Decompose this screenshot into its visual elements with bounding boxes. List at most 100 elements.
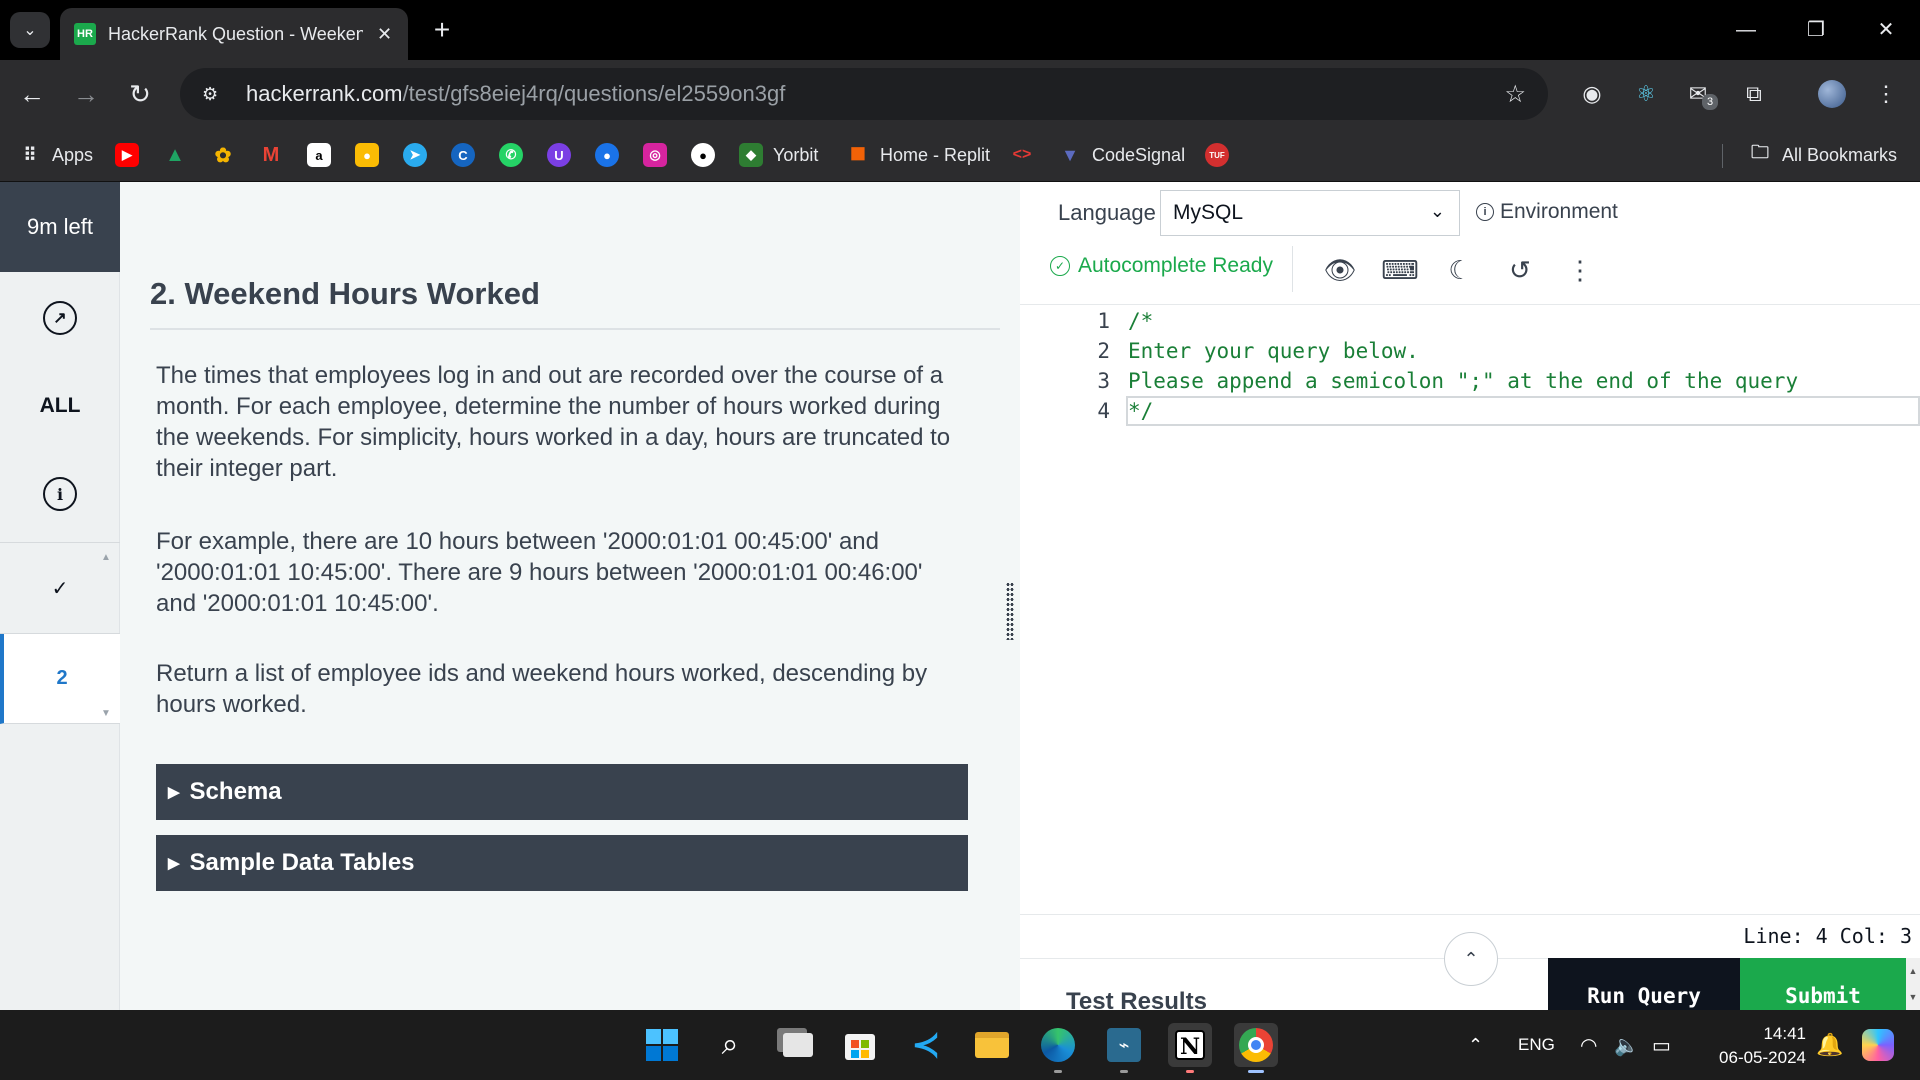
eye-icon[interactable]: 👁: [1320, 250, 1360, 290]
tray-overflow-icon[interactable]: ⌃: [1468, 1010, 1483, 1080]
bookmark-c[interactable]: C: [451, 140, 475, 170]
store-icon[interactable]: [838, 1023, 882, 1067]
run-query-button[interactable]: Run Query: [1548, 958, 1740, 1010]
profile-avatar[interactable]: [1816, 78, 1848, 110]
rail-compass-button[interactable]: ↗: [0, 274, 120, 362]
replit-icon: ⯀: [850, 144, 866, 165]
bookmark-youtube[interactable]: ▶: [115, 140, 139, 170]
rail-divider: [0, 542, 120, 543]
search-icon[interactable]: ⌕: [708, 1023, 752, 1067]
edge-icon[interactable]: [1036, 1023, 1080, 1073]
forward-button[interactable]: →: [68, 78, 104, 114]
tab-close-icon[interactable]: ✕: [377, 24, 392, 45]
panel-splitter[interactable]: [1000, 182, 1020, 1010]
code-text: Please append a semicolon ";" at the end…: [1128, 369, 1799, 393]
drag-handle-icon[interactable]: [1006, 582, 1014, 640]
copilot-pre-icon[interactable]: [1862, 1010, 1894, 1080]
bookmark-github[interactable]: ●: [691, 140, 715, 170]
bookmark-chat[interactable]: ●: [595, 140, 619, 170]
active-tab[interactable]: HR HackerRank Question - Weekend Hours W…: [60, 8, 408, 60]
bookmark-apps[interactable]: ⠿ Apps: [18, 140, 93, 170]
history-icon[interactable]: ↺: [1500, 250, 1540, 290]
minimize-button[interactable]: —: [1726, 12, 1766, 48]
windows-logo-icon: [646, 1029, 678, 1061]
bookmarks-divider: [1722, 144, 1723, 168]
task-view-icon[interactable]: [776, 1023, 820, 1067]
code-line: 1 /*: [1020, 306, 1920, 336]
rail-all-button[interactable]: ALL: [0, 362, 120, 450]
close-window-button[interactable]: ✕: [1866, 12, 1906, 48]
bookmark-u[interactable]: U: [547, 140, 571, 170]
bookmark-gmail[interactable]: M: [259, 140, 283, 170]
bookmark-instagram[interactable]: ◎: [643, 140, 667, 170]
line-number: 4: [1097, 399, 1110, 423]
bookmark-tuf[interactable]: TUF: [1205, 140, 1229, 170]
codesignal-icon: ▼: [1061, 144, 1079, 165]
rail-info-button[interactable]: i: [0, 450, 120, 538]
bookmark-whatsapp[interactable]: ✆: [499, 140, 523, 170]
volume-icon[interactable]: 🔈: [1614, 1010, 1639, 1080]
scrollbar[interactable]: ▲ ▼: [1906, 958, 1920, 1010]
status-rule: [1020, 914, 1920, 915]
chat-icon: ●: [595, 143, 619, 167]
code-line: 4 */: [1020, 396, 1920, 426]
expand-results-button[interactable]: ⌃: [1444, 932, 1498, 986]
site-info-icon[interactable]: ⚙: [202, 84, 226, 105]
schema-accordion[interactable]: ▶ Schema: [156, 764, 968, 820]
language-select[interactable]: MySQL ⌄: [1160, 190, 1460, 236]
code-line: 3 Please append a semicolon ";" at the e…: [1020, 366, 1920, 396]
yorbit-icon: ◆: [739, 143, 763, 167]
rail-scroll-up-icon[interactable]: ▲: [101, 552, 111, 563]
extension-copilot-icon[interactable]: ◉: [1576, 78, 1608, 110]
file-explorer-icon[interactable]: [970, 1023, 1014, 1067]
reload-button[interactable]: ↻: [122, 78, 158, 114]
battery-icon[interactable]: ▭: [1652, 1010, 1671, 1080]
extension-react-icon[interactable]: ⚛: [1630, 78, 1662, 110]
bookmark-code[interactable]: <>: [1010, 140, 1034, 170]
rail-scroll-down-icon[interactable]: ▼: [101, 708, 111, 719]
more-options-icon[interactable]: ⋮: [1560, 250, 1600, 290]
input-language[interactable]: ENG: [1518, 1010, 1555, 1080]
code-editor[interactable]: 1 /* 2 Enter your query below. 3 Please …: [1020, 306, 1920, 896]
notification-bell-icon[interactable]: 🔔: [1816, 1010, 1843, 1080]
toolbar-rule: [1020, 304, 1920, 305]
chrome-icon[interactable]: [1234, 1023, 1278, 1073]
extensions-puzzle-icon[interactable]: ⧉: [1738, 78, 1770, 110]
bookmark-star-icon[interactable]: ☆: [1504, 80, 1526, 109]
code-icon: <>: [1012, 146, 1032, 163]
back-button[interactable]: ←: [14, 78, 50, 114]
bookmark-yorbit[interactable]: ◆ Yorbit: [739, 140, 818, 170]
vscode-icon[interactable]: ≺: [904, 1023, 948, 1067]
browser-menu-icon[interactable]: ⋮: [1870, 78, 1902, 110]
keyboard-icon[interactable]: ⌨: [1380, 250, 1420, 290]
all-bookmarks[interactable]: 🗀 All Bookmarks: [1748, 140, 1897, 170]
start-button[interactable]: [640, 1023, 684, 1067]
mysql-workbench-icon[interactable]: ⌁: [1102, 1023, 1146, 1073]
moon-icon[interactable]: ☾: [1440, 250, 1480, 290]
bookmark-amazon[interactable]: a: [307, 140, 331, 170]
restore-button[interactable]: ❐: [1796, 12, 1836, 48]
bookmark-drive[interactable]: ▲: [163, 140, 187, 170]
system-clock[interactable]: 14:41 06-05-2024: [1696, 1022, 1806, 1070]
problem-panel: 2. Weekend Hours Worked The times that e…: [120, 182, 1094, 1010]
submit-button[interactable]: Submit: [1740, 958, 1906, 1010]
whatsapp-icon: ✆: [499, 143, 523, 167]
tuf-icon: TUF: [1205, 143, 1229, 167]
telegram-icon: ➤: [403, 143, 427, 167]
keep-icon: ●: [355, 143, 379, 167]
address-bar[interactable]: ⚙ hackerrank.com/test/gfs8eiej4rq/questi…: [180, 68, 1548, 120]
bookmark-codesignal[interactable]: ▼ CodeSignal: [1058, 140, 1185, 170]
windows-taskbar: ⌕ ≺ ⌁ N ⌃ ENG ◠ 🔈 ▭ 14:41 06-05-2024 🔔: [0, 1010, 1920, 1080]
bookmark-photos[interactable]: ✿: [211, 140, 235, 170]
environment-link[interactable]: i Environment: [1476, 200, 1618, 224]
sample-data-accordion[interactable]: ▶ Sample Data Tables: [156, 835, 968, 891]
new-tab-button[interactable]: +: [424, 12, 460, 48]
extension-badge-icon[interactable]: ✉ 3: [1682, 78, 1718, 110]
tab-search-button[interactable]: ⌄: [10, 12, 50, 48]
bookmark-replit[interactable]: ⯀ Home - Replit: [846, 140, 990, 170]
wifi-icon[interactable]: ◠: [1580, 1010, 1597, 1080]
code-text: /*: [1128, 309, 1154, 333]
bookmark-keep[interactable]: ●: [355, 140, 379, 170]
notion-icon[interactable]: N: [1168, 1023, 1212, 1073]
bookmark-telegram[interactable]: ➤: [403, 140, 427, 170]
